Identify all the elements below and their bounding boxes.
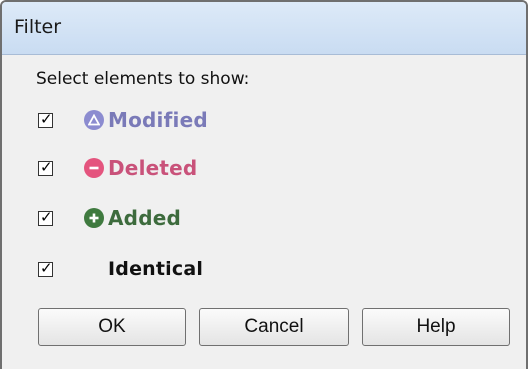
title-bar[interactable]: Filter [2, 2, 526, 55]
added-checkbox[interactable]: ✓ [38, 208, 53, 226]
cancel-button[interactable]: Cancel [199, 308, 349, 346]
identical-label: Identical [108, 258, 204, 280]
filter-row-modified[interactable]: ✓ Modified [38, 107, 208, 133]
identical-checkbox[interactable]: ✓ [38, 259, 53, 277]
help-button[interactable]: Help [362, 308, 510, 346]
modified-icon [84, 110, 104, 130]
deleted-label: Deleted [108, 156, 198, 180]
filter-row-added[interactable]: ✓ Added [38, 205, 181, 231]
modified-label: Modified [108, 108, 208, 132]
dialog-body: Select elements to show: ✓ Modified ✓ De… [2, 55, 526, 369]
ok-button[interactable]: OK [38, 308, 186, 346]
deleted-checkbox[interactable]: ✓ [38, 158, 53, 176]
deleted-icon [84, 158, 104, 178]
added-label: Added [108, 206, 181, 230]
prompt-label: Select elements to show: [36, 69, 250, 89]
dialog-title: Filter [14, 16, 62, 38]
filter-row-identical[interactable]: ✓ Identical [38, 256, 203, 282]
added-icon [84, 208, 104, 228]
filter-dialog: Filter Select elements to show: ✓ Modifi… [0, 0, 528, 369]
modified-checkbox[interactable]: ✓ [38, 110, 53, 128]
filter-row-deleted[interactable]: ✓ Deleted [38, 155, 197, 181]
